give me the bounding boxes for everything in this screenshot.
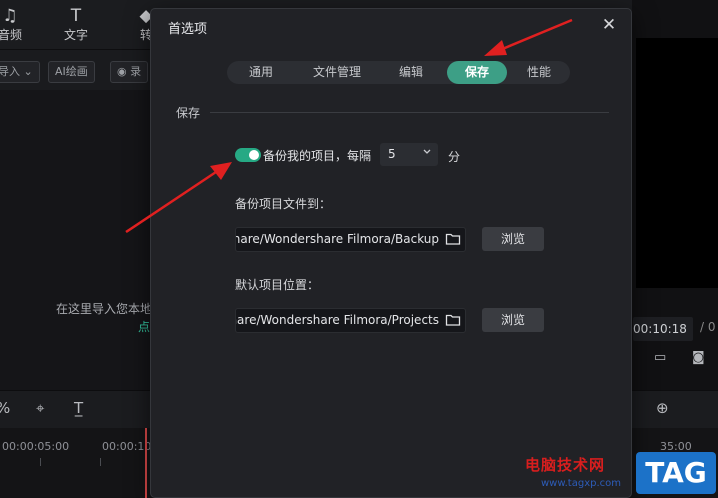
toggle-knob (249, 150, 259, 160)
backup-path-field[interactable]: C:/Users/Administrator/Documents/Wonders… (235, 227, 466, 252)
tab-save[interactable]: 保存 (447, 61, 507, 84)
interval-unit: 分 (448, 150, 461, 164)
monitor-icon[interactable]: ▭ (654, 350, 666, 365)
chevron-down-icon (423, 149, 431, 154)
import-dropdown[interactable]: 导入 ⌄ (0, 61, 40, 83)
tab-general[interactable]: 通用 (237, 61, 285, 84)
ruler-tick (40, 458, 41, 466)
add-track-icon[interactable]: ⊕ (656, 399, 669, 417)
cursor-icon[interactable]: ⌖ (36, 399, 44, 417)
watermark-site: 电脑技术网 (525, 456, 606, 474)
tab-performance[interactable]: 性能 (515, 61, 563, 84)
tab-file-management[interactable]: 文件管理 (299, 61, 375, 84)
audio-tool[interactable]: ♫ 音频 (0, 6, 30, 42)
media-hint: 在这里导入您本地 (56, 302, 153, 316)
media-import-link[interactable]: 点 (138, 318, 150, 335)
folder-icon[interactable] (445, 313, 461, 327)
project-path-label: 默认项目位置： (235, 278, 320, 292)
timecode-total: / 0 (700, 320, 716, 334)
backup-toggle-label: 备份我的项目，每隔 (263, 149, 372, 163)
camera-icon[interactable]: ◙ (692, 350, 705, 365)
backup-path-label: 备份项目文件到： (235, 197, 332, 211)
timecode-display: 00:10:18 (633, 317, 693, 341)
preview-screen (636, 38, 718, 288)
backup-toggle[interactable] (235, 148, 261, 162)
ruler-label: 00:00:10 (102, 440, 152, 453)
preferences-tabs: 通用 文件管理 编辑 保存 性能 (227, 61, 570, 84)
backup-browse-button[interactable]: 浏览 (482, 227, 544, 251)
text-tool[interactable]: T 文字 (56, 6, 96, 42)
ai-button[interactable]: AI绘画 (48, 61, 95, 83)
project-browse-button[interactable]: 浏览 (482, 308, 544, 332)
watermark-url: www.tagxp.com (541, 478, 621, 489)
section-divider (210, 112, 609, 113)
folder-icon[interactable] (445, 232, 461, 246)
tab-edit[interactable]: 编辑 (387, 61, 435, 84)
interval-value: 5 (388, 147, 396, 161)
dialog-title: 首选项 (168, 22, 208, 37)
section-title: 保存 (176, 106, 201, 120)
backup-interval-select[interactable]: 5 (380, 143, 438, 166)
watermark-badge: TAG (636, 452, 716, 494)
project-path-field[interactable]: C:/Users/Administrator/Documents/Wonders… (235, 308, 466, 333)
record-button[interactable]: ◉ 录 (110, 61, 149, 83)
record-icon: ◉ (117, 65, 127, 78)
text-icon: T (70, 6, 82, 26)
preferences-dialog: 首选项 ✕ 通用 文件管理 编辑 保存 性能 保存 备份我的项目，每隔 5 分 … (150, 8, 632, 498)
playhead[interactable] (145, 428, 147, 498)
music-note-icon: ♫ (2, 6, 18, 26)
close-button[interactable]: ✕ (599, 15, 619, 35)
ruler-label: 00:00:05:00 (2, 440, 70, 453)
media-panel (0, 90, 150, 390)
ruler-tick (100, 458, 101, 466)
percent-icon[interactable]: % (0, 399, 10, 417)
text-tool-icon[interactable]: T̲ (74, 399, 83, 417)
close-icon: ✕ (601, 15, 617, 35)
